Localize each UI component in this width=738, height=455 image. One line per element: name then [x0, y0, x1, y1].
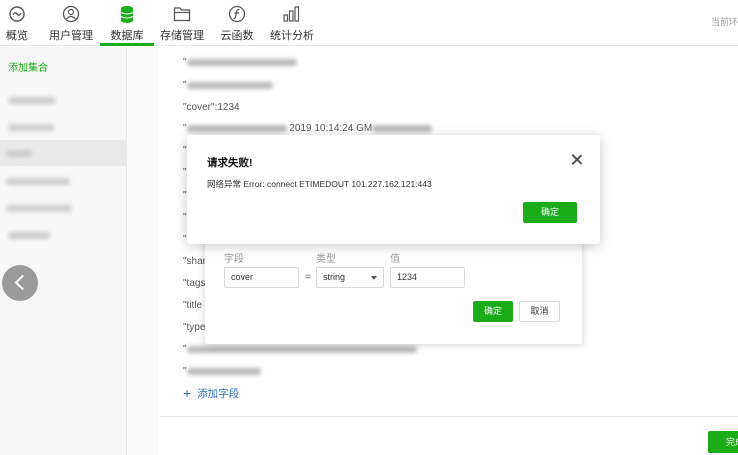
database-icon — [120, 6, 134, 23]
chart-icon — [283, 6, 300, 22]
tab-statistics[interactable]: 统计分析 — [270, 0, 314, 46]
field-row-tags[interactable]: "tags — [183, 278, 205, 289]
field-name-input[interactable]: cover — [224, 267, 299, 288]
type-select-value: string — [323, 272, 346, 282]
field-row[interactable]: " — [183, 80, 273, 91]
tab-storage-label: 存储管理 — [160, 30, 204, 42]
add-field-button[interactable]: + 添加字段 — [183, 384, 239, 401]
error-message: 网络异常 Error: connect ETIMEDOUT 101.227.16… — [207, 179, 432, 189]
close-icon[interactable] — [571, 154, 583, 166]
tab-database[interactable]: 数据库 — [100, 0, 154, 46]
overview-icon — [9, 6, 25, 22]
collection-item[interactable] — [0, 195, 127, 221]
tab-user-management-label: 用户管理 — [49, 30, 93, 42]
back-arrow-button[interactable] — [2, 265, 38, 301]
collection-item[interactable] — [0, 87, 127, 113]
tab-statistics-label: 统计分析 — [270, 30, 314, 42]
tab-overview-label: 概览 — [6, 30, 28, 42]
field-row-title[interactable]: "title — [183, 300, 202, 311]
error-dialog: 请求失败! 网络异常 Error: connect ETIMEDOUT 101.… — [187, 135, 600, 244]
tab-user-management[interactable]: 用户管理 — [48, 0, 94, 46]
error-title: 请求失败! — [207, 157, 253, 169]
field-row[interactable]: " — [183, 57, 297, 68]
edit-field-panel: 字段 类型 值 cover = string 1234 确定 取消 — [205, 232, 582, 344]
equals-sign: = — [305, 272, 311, 283]
user-icon — [62, 5, 80, 23]
type-select[interactable]: string — [316, 267, 384, 288]
done-button[interactable]: 完成 — [708, 431, 738, 453]
tab-overview[interactable]: 概览 — [4, 0, 30, 46]
top-toolbar: 概览 用户管理 数据库 存储管理 云函数 统计分析 当前环 — [0, 0, 738, 46]
field-row-date[interactable]: " 2019 10:14:24 GM — [183, 123, 433, 134]
folder-icon — [173, 7, 191, 22]
collection-item-selected[interactable] — [0, 140, 127, 166]
field-row[interactable]: " — [183, 366, 261, 377]
collection-sidebar: 添加集合 — [0, 47, 127, 455]
field-row-share[interactable]: "shar — [183, 256, 206, 267]
value-column-header: 值 — [390, 254, 400, 265]
error-ok-button[interactable]: 确定 — [523, 202, 577, 223]
current-env-label[interactable]: 当前环 — [711, 15, 738, 28]
footer-divider — [160, 416, 738, 417]
tab-cloud-functions-label: 云函数 — [220, 30, 254, 42]
type-column-header: 类型 — [316, 254, 336, 265]
collection-item[interactable] — [0, 222, 127, 248]
field-row[interactable]: " — [183, 344, 417, 355]
cover-value: 1234 — [217, 102, 240, 113]
field-row-type[interactable]: "type — [183, 322, 205, 333]
add-field-label: 添加字段 — [197, 388, 240, 400]
function-icon — [228, 5, 246, 23]
collection-item[interactable] — [0, 114, 127, 140]
plus-icon: + — [183, 385, 192, 401]
date-fragment: 2019 10:14:24 GM — [289, 123, 373, 134]
field-value-input[interactable]: 1234 — [390, 267, 465, 288]
field-row-cover[interactable]: "cover":1234 — [183, 102, 240, 113]
collection-item[interactable] — [0, 168, 127, 194]
chevron-down-icon — [371, 276, 377, 280]
add-collection-button[interactable]: 添加集合 — [8, 59, 48, 74]
field-column-header: 字段 — [224, 254, 244, 265]
confirm-field-button[interactable]: 确定 — [473, 301, 513, 322]
tab-cloud-functions[interactable]: 云函数 — [220, 0, 254, 46]
tab-storage[interactable]: 存储管理 — [160, 0, 204, 46]
sidebar-gutter — [127, 47, 159, 455]
cancel-field-button[interactable]: 取消 — [519, 301, 560, 322]
cover-key: "cover" — [183, 102, 215, 113]
tab-database-label: 数据库 — [110, 30, 144, 42]
